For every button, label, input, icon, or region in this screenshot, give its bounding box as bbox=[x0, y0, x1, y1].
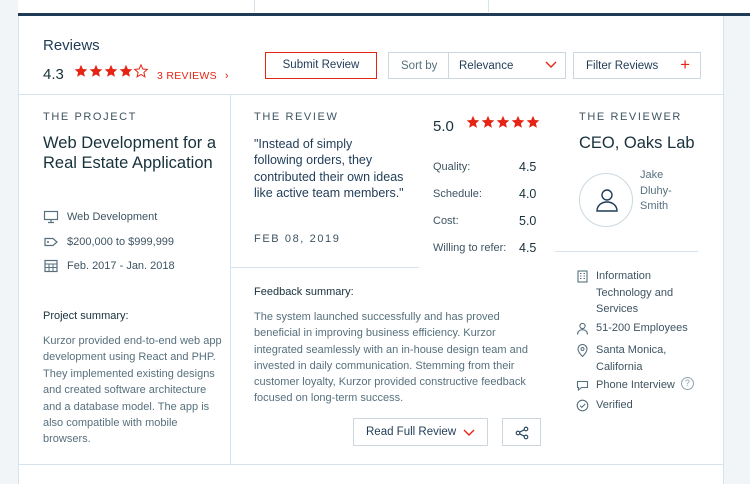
star-icon bbox=[526, 115, 540, 128]
project-summary-label: Project summary: bbox=[43, 310, 129, 322]
score-quality: Quality: 4.5 bbox=[433, 160, 543, 174]
score-value: 4.0 bbox=[519, 187, 537, 201]
reviews-title: Reviews bbox=[43, 37, 100, 54]
share-button[interactable] bbox=[502, 418, 541, 446]
calendar-icon bbox=[44, 259, 58, 273]
star-icon bbox=[74, 64, 88, 77]
reviewer-title: CEO, Oaks Lab bbox=[579, 134, 695, 152]
top-strip-divider bbox=[254, 0, 255, 12]
monitor-icon bbox=[43, 210, 59, 224]
reviewer-section-heading: THE REVIEWER bbox=[579, 111, 682, 123]
reviewer-interview: Phone Interview ? bbox=[576, 377, 694, 394]
reviewer-industry: Information Technology and Services bbox=[576, 268, 696, 318]
divider bbox=[555, 251, 698, 252]
star-icon bbox=[104, 64, 118, 77]
score-label: Quality: bbox=[433, 161, 471, 173]
submit-review-button[interactable]: Submit Review bbox=[265, 52, 377, 79]
top-strip-divider bbox=[488, 0, 489, 12]
project-timeline: Feb. 2017 - Jan. 2018 bbox=[43, 259, 175, 273]
project-timeline-label: Feb. 2017 - Jan. 2018 bbox=[67, 260, 175, 272]
project-service-label: Web Development bbox=[67, 211, 158, 223]
review-section-heading: THE REVIEW bbox=[254, 111, 339, 123]
rating-stars bbox=[74, 63, 150, 81]
reviewer-industry-label: Information Technology and Services bbox=[596, 270, 674, 315]
star-icon bbox=[511, 115, 525, 128]
score-label: Cost: bbox=[433, 215, 459, 227]
score-willing-to-refer: Willing to refer: 4.5 bbox=[433, 241, 543, 255]
divider bbox=[230, 94, 231, 464]
project-service: Web Development bbox=[43, 210, 157, 224]
read-full-review-button[interactable]: Read Full Review bbox=[353, 418, 488, 446]
chevron-down-icon bbox=[463, 429, 475, 436]
project-budget: $200,000 to $999,999 bbox=[43, 235, 174, 249]
score-value: 4.5 bbox=[519, 160, 537, 174]
divider bbox=[231, 267, 419, 268]
read-full-review-label: Read Full Review bbox=[366, 426, 457, 438]
star-icon bbox=[466, 115, 480, 128]
reviews-count-label: 3 REVIEWS bbox=[157, 70, 217, 82]
score-value: 5.0 bbox=[519, 214, 537, 228]
user-icon bbox=[596, 189, 618, 212]
feedback-summary: The system launched successfully and has… bbox=[254, 311, 528, 405]
avatar bbox=[579, 173, 633, 227]
next-card-edge bbox=[18, 464, 724, 484]
project-section-heading: THE PROJECT bbox=[43, 111, 137, 123]
price-tag-icon bbox=[44, 237, 58, 247]
share-icon bbox=[515, 426, 529, 440]
filter-reviews-button[interactable]: Filter Reviews + bbox=[573, 52, 701, 79]
star-outline-icon bbox=[133, 63, 149, 78]
reviewer-size-label: 51-200 Employees bbox=[596, 322, 688, 334]
filter-label: Filter Reviews bbox=[586, 60, 659, 72]
building-icon bbox=[577, 270, 588, 283]
star-icon bbox=[481, 115, 495, 128]
plus-icon: + bbox=[680, 55, 690, 74]
reviewer-verified-label: Verified bbox=[596, 399, 633, 411]
score-label: Schedule: bbox=[433, 188, 482, 200]
reviewer-interview-label: Phone Interview bbox=[596, 379, 675, 391]
top-strip bbox=[18, 0, 750, 16]
project-title: Web Development for a Real Estate Applic… bbox=[43, 134, 217, 172]
reviewer-location: Santa Monica, California bbox=[576, 342, 686, 375]
star-icon bbox=[496, 115, 510, 128]
review-date: FEB 08, 2019 bbox=[254, 233, 341, 245]
project-budget-label: $200,000 to $999,999 bbox=[67, 236, 175, 248]
score-cost: Cost: 5.0 bbox=[433, 214, 543, 228]
reviewer-name: Jake Dluhy-Smith bbox=[640, 169, 672, 212]
help-icon[interactable]: ? bbox=[680, 377, 694, 390]
sort-divider bbox=[448, 53, 449, 78]
overall-rating: 4.3 bbox=[43, 66, 64, 83]
reviewer-size: 51-200 Employees bbox=[576, 320, 688, 337]
reviewer-verified: Verified bbox=[576, 397, 633, 414]
score-schedule: Schedule: 4.0 bbox=[433, 187, 543, 201]
score-value: 4.5 bbox=[519, 241, 537, 255]
feedback-summary-label: Feedback summary: bbox=[254, 286, 354, 298]
location-pin-icon bbox=[577, 344, 588, 357]
project-summary: Kurzor provided end-to-end web app devel… bbox=[43, 335, 222, 446]
review-stars bbox=[466, 115, 542, 132]
chevron-down-icon bbox=[545, 61, 557, 68]
star-icon bbox=[119, 64, 133, 77]
review-overall-score: 5.0 bbox=[433, 118, 454, 135]
divider bbox=[18, 464, 724, 465]
star-icon bbox=[89, 64, 103, 77]
score-label: Willing to refer: bbox=[433, 242, 507, 254]
reviewer-location-label: Santa Monica, California bbox=[596, 344, 667, 373]
sort-label: Sort by bbox=[401, 60, 438, 72]
chat-bubble-icon bbox=[576, 380, 589, 392]
review-quote: "Instead of simply following orders, the… bbox=[254, 137, 404, 200]
user-icon bbox=[576, 322, 589, 335]
check-circle-icon bbox=[576, 399, 589, 412]
reviews-count-link[interactable]: 3 REVIEWS › bbox=[157, 70, 229, 82]
chevron-right-icon: › bbox=[224, 70, 229, 82]
sort-value: Relevance bbox=[459, 60, 514, 72]
divider bbox=[18, 94, 724, 95]
sort-dropdown[interactable]: Sort by Relevance bbox=[388, 52, 566, 79]
